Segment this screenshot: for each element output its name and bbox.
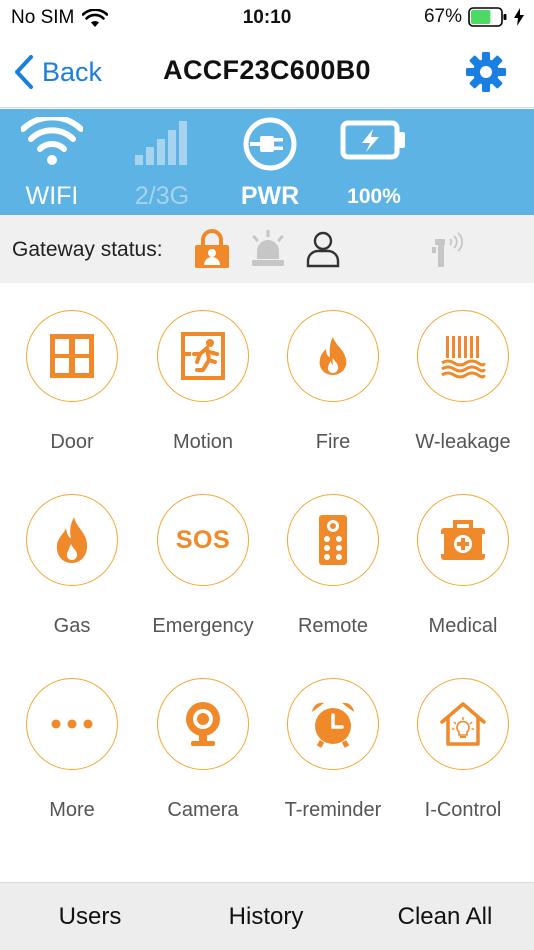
gear-icon	[466, 52, 506, 92]
gateway-status-label: Gateway status:	[12, 238, 163, 261]
medical-icon-circle	[417, 494, 509, 586]
door-icon-circle	[26, 310, 118, 402]
gas-label: Gas	[53, 615, 91, 637]
navigation-bar: Back ACCF23C600B0	[0, 36, 534, 108]
chevron-left-icon	[15, 55, 33, 89]
motion-tile[interactable]: Motion	[137, 283, 269, 467]
medical-label: Medical	[428, 615, 498, 637]
water-leakage-label: W-leakage	[415, 431, 511, 453]
medical-icon	[441, 520, 485, 560]
carrier-status: No SIM	[11, 7, 109, 29]
armed-lock-button[interactable]	[192, 229, 232, 269]
door-label: Door	[50, 431, 94, 453]
gas-icon-circle	[26, 494, 118, 586]
emergency-tile[interactable]: SOS Emergency	[137, 467, 269, 651]
battery-status: 67%	[424, 6, 524, 28]
wifi-label: WIFI	[25, 182, 79, 210]
fire-label: Fire	[315, 431, 351, 453]
water-leakage-icon-circle	[417, 310, 509, 402]
sensor-signal-button[interactable]	[428, 229, 468, 269]
door-icon	[50, 334, 94, 378]
bottom-toolbar: Users History Clean All	[0, 882, 534, 950]
cellular-status: 2/3G	[120, 109, 204, 215]
sensor-grid: Door Motion Fire W-leakage Gas SOS Emerg…	[0, 283, 534, 882]
siren-button[interactable]	[248, 229, 288, 269]
camera-tile[interactable]: Camera	[137, 651, 269, 835]
battery-charging-icon	[340, 120, 405, 160]
wifi-icon	[21, 117, 83, 165]
history-button[interactable]: History	[206, 903, 326, 931]
power-status: PWR	[228, 109, 312, 215]
motion-icon	[181, 332, 225, 380]
smart-home-icon	[440, 702, 486, 746]
remote-icon	[319, 515, 347, 565]
smart-control-tile[interactable]: I-Control	[397, 651, 529, 835]
fire-tile[interactable]: Fire	[267, 283, 399, 467]
fire-icon-circle	[287, 310, 379, 402]
remote-label: Remote	[297, 615, 369, 637]
alarm-clock-icon	[312, 702, 354, 748]
gateway-status-row: Gateway status:	[0, 215, 534, 283]
door-tile[interactable]: Door	[6, 283, 138, 467]
remote-tile[interactable]: Remote	[267, 467, 399, 651]
sos-icon-circle: SOS	[157, 494, 249, 586]
water-leakage-tile[interactable]: W-leakage	[397, 283, 529, 467]
clean-all-button[interactable]: Clean All	[384, 903, 506, 931]
wifi-status: WIFI	[10, 109, 94, 215]
smart-control-label: I-Control	[424, 799, 502, 821]
users-button[interactable]: Users	[40, 903, 140, 931]
motion-label: Motion	[172, 431, 234, 453]
battery-level-label: 100%	[347, 185, 401, 208]
sensor-signal-icon	[432, 232, 463, 267]
settings-button[interactable]	[464, 50, 508, 94]
fire-icon	[319, 337, 347, 375]
charging-bolt-icon	[514, 8, 524, 26]
more-label: More	[49, 799, 95, 821]
siren-icon	[252, 230, 284, 266]
back-button[interactable]: Back	[14, 52, 102, 92]
medical-tile[interactable]: Medical	[397, 467, 529, 651]
smart-home-icon-circle	[417, 678, 509, 770]
camera-icon-circle	[157, 678, 249, 770]
more-tile[interactable]: More	[6, 651, 138, 835]
back-label: Back	[42, 56, 103, 87]
more-icon-circle	[26, 678, 118, 770]
camera-icon	[186, 702, 220, 746]
power-label: PWR	[240, 182, 300, 210]
water-leakage-icon	[441, 336, 486, 379]
carrier-label: No SIM	[11, 7, 75, 28]
more-icon	[51, 719, 93, 729]
gateway-battery-status: 100%	[332, 109, 416, 215]
timer-reminder-tile[interactable]: T-reminder	[267, 651, 399, 835]
battery-percent: 67%	[423, 6, 462, 27]
wifi-signal-icon	[82, 8, 109, 27]
gas-tile[interactable]: Gas	[6, 467, 138, 651]
alarm-clock-icon-circle	[287, 678, 379, 770]
motion-icon-circle	[157, 310, 249, 402]
power-plug-icon	[243, 117, 297, 171]
user-icon	[306, 231, 340, 268]
cellular-label: 2/3G	[134, 182, 190, 210]
camera-label: Camera	[167, 799, 239, 821]
battery-icon	[468, 7, 507, 27]
user-status-button[interactable]	[303, 229, 343, 269]
sos-icon: SOS	[175, 525, 231, 554]
emergency-label: Emergency	[152, 615, 254, 637]
status-bar: No SIM 10:10 67%	[0, 0, 534, 36]
remote-icon-circle	[287, 494, 379, 586]
cellular-signal-icon	[135, 121, 187, 165]
gas-icon	[56, 517, 88, 563]
timer-reminder-label: T-reminder	[284, 799, 382, 821]
lock-icon	[195, 229, 229, 268]
device-status-strip: WIFI 2/3G PWR 100%	[0, 109, 534, 215]
